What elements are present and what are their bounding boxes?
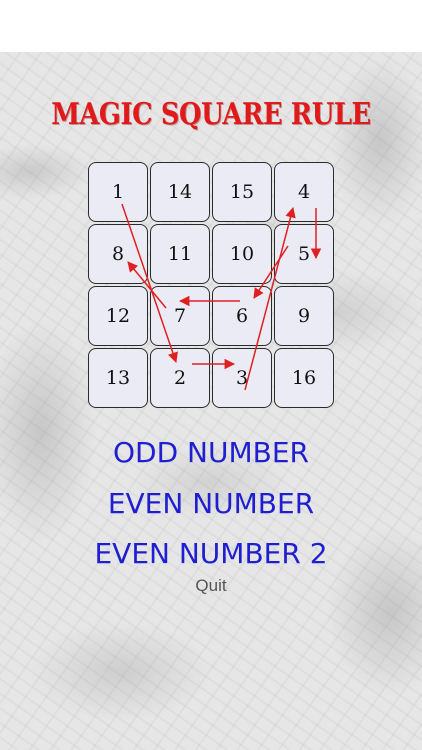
quit-button[interactable]: Quit bbox=[0, 576, 422, 596]
grid-cell: 13 bbox=[88, 348, 148, 408]
grid-cell: 1 bbox=[88, 162, 148, 222]
grid-cell: 14 bbox=[150, 162, 210, 222]
grid-cell: 5 bbox=[274, 224, 334, 284]
grid-cell: 3 bbox=[212, 348, 272, 408]
grid-cell: 16 bbox=[274, 348, 334, 408]
even-number-button[interactable]: EVEN NUMBER bbox=[0, 487, 422, 520]
even-number-2-button[interactable]: EVEN NUMBER 2 bbox=[0, 537, 422, 570]
grid-cell: 10 bbox=[212, 224, 272, 284]
magic-square-grid: 1 14 15 4 8 11 10 5 12 7 6 9 13 2 3 16 bbox=[88, 162, 334, 408]
grid-cell: 12 bbox=[88, 286, 148, 346]
grid-cell: 9 bbox=[274, 286, 334, 346]
grid-cell: 6 bbox=[212, 286, 272, 346]
odd-number-button[interactable]: ODD NUMBER bbox=[0, 436, 422, 469]
grid-cell: 7 bbox=[150, 286, 210, 346]
grid-cell: 11 bbox=[150, 224, 210, 284]
grid-cell: 2 bbox=[150, 348, 210, 408]
page-title: MAGIC SQUARE RULE bbox=[51, 97, 371, 132]
grid-cell: 4 bbox=[274, 162, 334, 222]
grid-cell: 15 bbox=[212, 162, 272, 222]
grid-cell: 8 bbox=[88, 224, 148, 284]
